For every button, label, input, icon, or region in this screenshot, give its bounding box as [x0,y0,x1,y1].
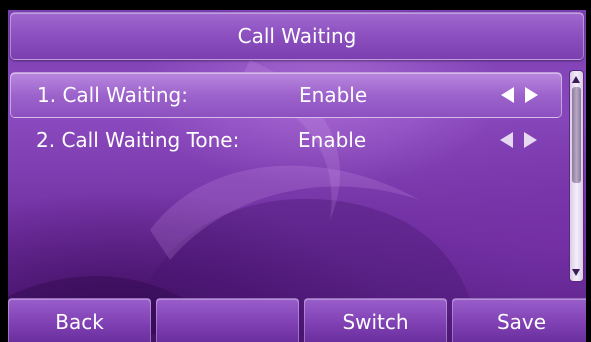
left-triangle-icon[interactable] [501,87,514,103]
settings-list: 1. Call Waiting: Enable 2. Call Waiting … [10,72,562,162]
phone-screen: Call Waiting 1. Call Waiting: Enable 2. … [0,0,591,342]
screen-bezel-top [0,0,591,10]
scrollbar[interactable] [569,70,584,282]
right-triangle-icon[interactable] [525,87,538,103]
page-title: Call Waiting [10,12,584,60]
scroll-down-arrow-icon[interactable] [572,269,580,276]
screen-bezel-left [0,0,8,342]
back-button[interactable]: Back [8,298,151,342]
list-item-call-waiting-tone[interactable]: 2. Call Waiting Tone: Enable [10,118,562,162]
list-item-label: 2. Call Waiting Tone: [36,128,240,152]
scroll-up-arrow-icon[interactable] [572,76,580,83]
list-item-value: Enable [298,128,367,152]
list-item-call-waiting[interactable]: 1. Call Waiting: Enable [10,72,562,118]
scrollbar-thumb[interactable] [572,87,581,183]
switch-button[interactable]: Switch [304,298,447,342]
list-item-value: Enable [299,83,368,107]
screen-bezel-right [586,0,591,342]
empty-softkey[interactable] [156,298,299,342]
softkey-bar: Back Switch Save [8,298,591,342]
left-triangle-icon[interactable] [500,132,513,148]
right-triangle-icon[interactable] [524,132,537,148]
save-button[interactable]: Save [452,298,591,342]
list-item-label: 1. Call Waiting: [37,83,188,107]
